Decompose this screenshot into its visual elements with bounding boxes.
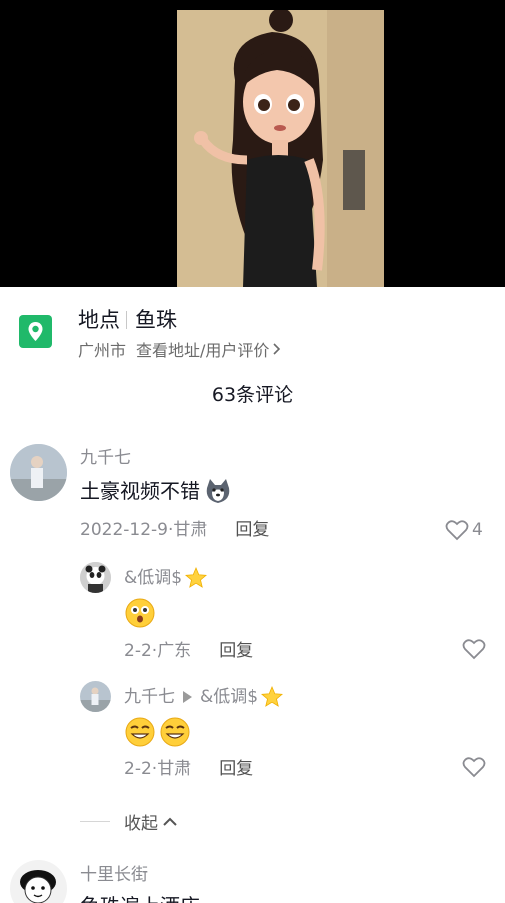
- location-title[interactable]: 地点 鱼珠: [78, 306, 177, 334]
- avatar[interactable]: [10, 860, 67, 903]
- comment-username[interactable]: 十里长街: [80, 863, 148, 887]
- heart-icon: [462, 756, 486, 778]
- heart-icon: [445, 519, 469, 541]
- grin-emoji-icon: [124, 716, 156, 748]
- comment-text: 土豪视频不错: [80, 477, 232, 505]
- reply-button[interactable]: 回复: [235, 518, 269, 542]
- grin-emoji-group: [124, 716, 191, 748]
- location-subtitle[interactable]: 广州市 查看地址/用户评价: [78, 340, 282, 362]
- collapse-replies-button[interactable]: 收起: [80, 809, 178, 834]
- location-city: 广州市: [78, 341, 127, 360]
- chevron-up-icon: [162, 816, 178, 828]
- like-button[interactable]: [462, 638, 486, 660]
- like-button[interactable]: 4: [445, 519, 483, 541]
- surprised-emoji-icon: [124, 597, 156, 633]
- comment-text: 鱼珠遍上酒店: [80, 892, 200, 903]
- reply-username[interactable]: 九千七 &低调$: [124, 685, 284, 709]
- comment-meta: 2022-12-9 · 甘肃 回复: [80, 518, 270, 542]
- reply-arrow-icon: [183, 691, 192, 703]
- avatar[interactable]: [80, 562, 111, 593]
- comment-username[interactable]: 九千七: [80, 446, 131, 470]
- like-button[interactable]: [462, 756, 486, 778]
- divider: [126, 311, 127, 329]
- location-label: 地点: [78, 308, 120, 332]
- video-frame: [177, 10, 384, 287]
- location-pin-icon: [19, 315, 52, 348]
- star-emoji-icon: [260, 685, 284, 709]
- avatar[interactable]: [80, 681, 111, 712]
- video-character-image: [177, 10, 384, 287]
- location-name: 鱼珠: [135, 308, 177, 332]
- chevron-right-icon: [272, 340, 282, 362]
- comment-region: 甘肃: [173, 520, 208, 540]
- reply-button[interactable]: 回复: [219, 757, 253, 781]
- divider: [80, 821, 110, 822]
- location-address-link[interactable]: 查看地址/用户评价: [136, 340, 269, 362]
- reply-username[interactable]: &低调$: [124, 566, 208, 590]
- reply-meta: 2-2 · 广东 回复: [124, 639, 254, 663]
- star-emoji-icon: [184, 566, 208, 590]
- grin-emoji-icon: [159, 716, 191, 748]
- reply-meta: 2-2 · 甘肃 回复: [124, 757, 254, 781]
- heart-icon: [462, 638, 486, 660]
- husky-emoji-icon: [204, 478, 232, 504]
- reply-button[interactable]: 回复: [219, 639, 253, 663]
- video-player[interactable]: [0, 0, 505, 287]
- comment-date: 2022-12-9: [80, 520, 168, 540]
- comment-count: 63条评论: [211, 384, 294, 406]
- avatar[interactable]: [10, 444, 67, 501]
- like-count: 4: [472, 520, 483, 540]
